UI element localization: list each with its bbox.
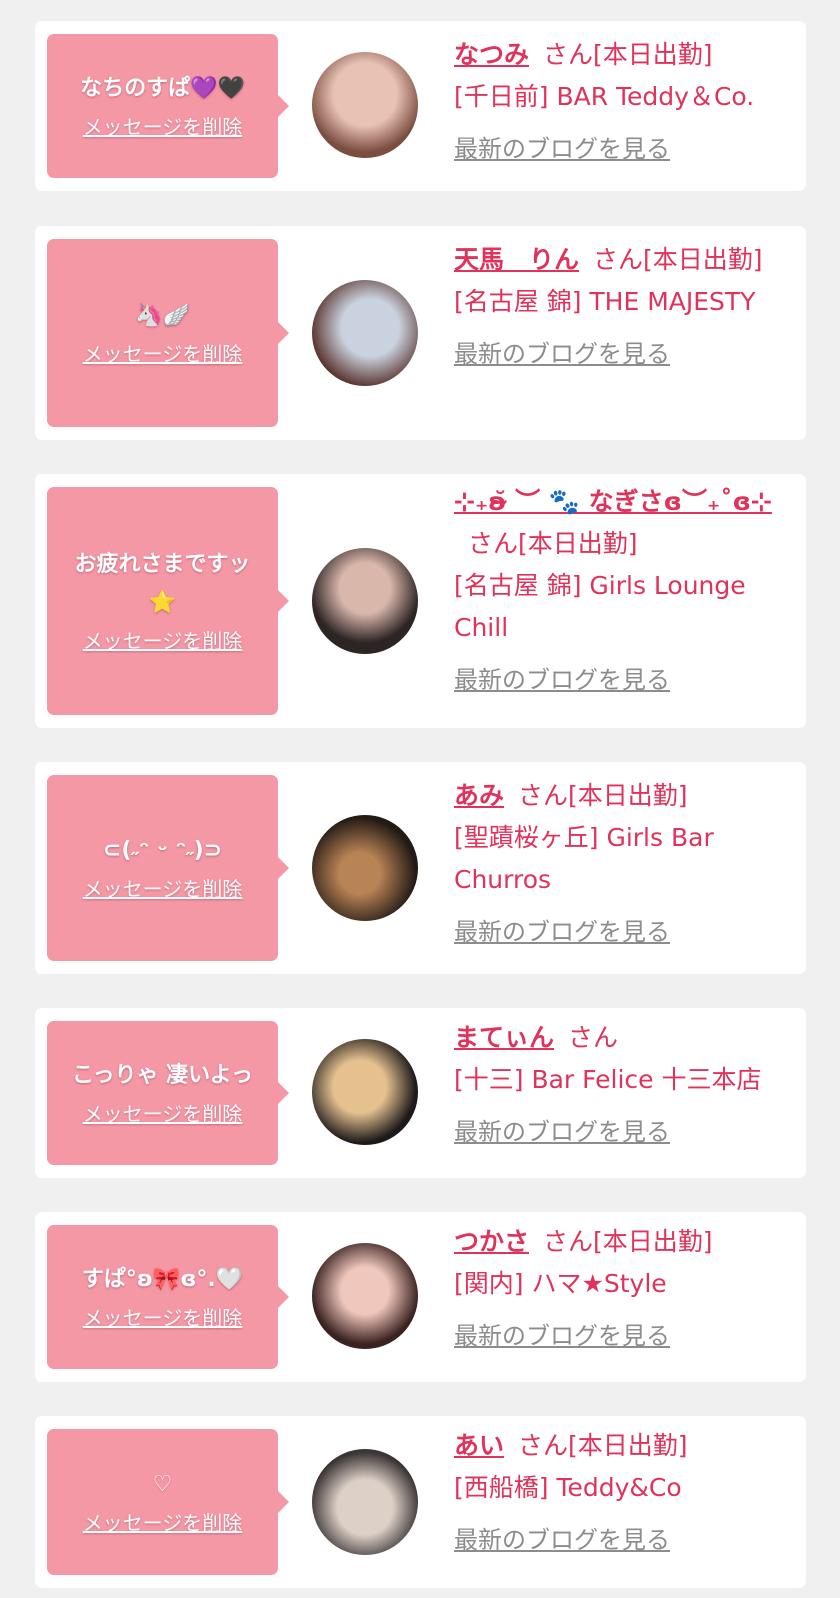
cast-name-link[interactable]: あい bbox=[454, 1431, 504, 1460]
message-card: すぱ°ʚ🎀ɞ°.🤍 メッセージを削除 つかさ さん[本日出勤] [関内] ハマ★S… bbox=[35, 1212, 806, 1382]
avatar[interactable] bbox=[312, 815, 418, 921]
message-text: お疲れさまですッ ⭐ bbox=[74, 552, 251, 615]
cast-info: まてぃん さん [十三] Bar Felice 十三本店 最新のブログを見る bbox=[454, 1017, 799, 1153]
message-card: お疲れさまですッ ⭐ メッセージを削除 ⊹₊ʚ̴̆ ︶ 🐾 なぎさɞ︶₊˚ɞ⊹ さ… bbox=[35, 474, 806, 728]
message-text: なちのすぱ💜🖤 bbox=[80, 76, 245, 101]
message-text: ⊂(˶ᵔ ᵕ ᵔ˶)⊃ bbox=[102, 838, 223, 863]
message-bubble: なちのすぱ💜🖤 メッセージを削除 bbox=[47, 34, 289, 178]
delete-message-link[interactable]: メッセージを削除 bbox=[83, 1303, 243, 1333]
cast-name-link[interactable]: つかさ bbox=[454, 1227, 529, 1256]
delete-message-link[interactable]: メッセージを削除 bbox=[83, 339, 243, 369]
message-card: こっりゃ 凄いよっ メッセージを削除 まてぃん さん [十三] Bar Felic… bbox=[35, 1008, 806, 1178]
message-card: 🦄🪽 メッセージを削除 天馬 りん さん[本日出勤] [名古屋 錦] THE MA… bbox=[35, 226, 806, 440]
shop-name: [名古屋 錦] Girls Lounge Chill bbox=[454, 571, 746, 642]
message-bubble: お疲れさまですッ ⭐ メッセージを削除 bbox=[47, 487, 289, 715]
message-card: ⊂(˶ᵔ ᵕ ᵔ˶)⊃ メッセージを削除 あみ さん[本日出勤] [聖蹟桜ヶ丘] … bbox=[35, 762, 806, 974]
message-text: ♡ bbox=[152, 1472, 173, 1497]
delete-message-link[interactable]: メッセージを削除 bbox=[83, 626, 243, 656]
cast-status: さん[本日出勤] bbox=[593, 245, 763, 274]
cast-info: ⊹₊ʚ̴̆ ︶ 🐾 なぎさɞ︶₊˚ɞ⊹ さん[本日出勤] [名古屋 錦] Girl… bbox=[454, 481, 799, 701]
message-text: すぱ°ʚ🎀ɞ°.🤍 bbox=[81, 1267, 244, 1292]
delete-message-link[interactable]: メッセージを削除 bbox=[83, 1099, 243, 1129]
cast-name-link[interactable]: あみ bbox=[454, 781, 504, 810]
shop-name: [十三] Bar Felice 十三本店 bbox=[454, 1065, 762, 1094]
shop-name: [西船橋] Teddy&Co bbox=[454, 1473, 682, 1502]
delete-message-link[interactable]: メッセージを削除 bbox=[83, 874, 243, 904]
latest-blog-link[interactable]: 最新のブログを見る bbox=[454, 911, 799, 953]
message-bubble: ⊂(˶ᵔ ᵕ ᵔ˶)⊃ メッセージを削除 bbox=[47, 775, 289, 961]
cast-info: なつみ さん[本日出勤] [千日前] BAR Teddy＆Co. 最新のブログを見… bbox=[454, 34, 799, 170]
avatar[interactable] bbox=[312, 1449, 418, 1555]
shop-name: [聖蹟桜ヶ丘] Girls Bar Churros bbox=[454, 823, 714, 894]
cast-status: さん bbox=[568, 1023, 619, 1052]
delete-message-link[interactable]: メッセージを削除 bbox=[83, 1508, 243, 1538]
message-bubble: ♡ メッセージを削除 bbox=[47, 1429, 289, 1575]
cast-status: さん[本日出勤] bbox=[468, 529, 638, 558]
avatar[interactable] bbox=[312, 1243, 418, 1349]
latest-blog-link[interactable]: 最新のブログを見る bbox=[454, 333, 799, 375]
message-bubble: すぱ°ʚ🎀ɞ°.🤍 メッセージを削除 bbox=[47, 1225, 289, 1369]
cast-info: つかさ さん[本日出勤] [関内] ハマ★Style 最新のブログを見る bbox=[454, 1221, 799, 1357]
latest-blog-link[interactable]: 最新のブログを見る bbox=[454, 1315, 799, 1357]
shop-name: [千日前] BAR Teddy＆Co. bbox=[454, 82, 755, 111]
cast-name-link[interactable]: 天馬 りん bbox=[454, 245, 579, 274]
message-text: こっりゃ 凄いよっ bbox=[71, 1063, 254, 1088]
avatar[interactable] bbox=[312, 280, 418, 386]
latest-blog-link[interactable]: 最新のブログを見る bbox=[454, 1519, 799, 1561]
cast-name-link[interactable]: ⊹₊ʚ̴̆ ︶ 🐾 なぎさɞ︶₊˚ɞ⊹ bbox=[454, 487, 772, 516]
message-card: ♡ メッセージを削除 あい さん[本日出勤] [西船橋] Teddy&Co 最新の… bbox=[35, 1416, 806, 1588]
cast-info: あい さん[本日出勤] [西船橋] Teddy&Co 最新のブログを見る bbox=[454, 1425, 799, 1561]
cast-status: さん[本日出勤] bbox=[543, 1227, 713, 1256]
message-bubble: こっりゃ 凄いよっ メッセージを削除 bbox=[47, 1021, 289, 1165]
avatar[interactable] bbox=[312, 52, 418, 158]
shop-name: [関内] ハマ★Style bbox=[454, 1269, 667, 1298]
cast-status: さん[本日出勤] bbox=[518, 781, 688, 810]
avatar[interactable] bbox=[312, 548, 418, 654]
cast-status: さん[本日出勤] bbox=[543, 40, 713, 69]
latest-blog-link[interactable]: 最新のブログを見る bbox=[454, 659, 799, 701]
message-card: なちのすぱ💜🖤 メッセージを削除 なつみ さん[本日出勤] [千日前] BAR T… bbox=[35, 21, 806, 191]
cast-name-link[interactable]: なつみ bbox=[454, 40, 529, 69]
latest-blog-link[interactable]: 最新のブログを見る bbox=[454, 128, 799, 170]
avatar[interactable] bbox=[312, 1039, 418, 1145]
shop-name: [名古屋 錦] THE MAJESTY bbox=[454, 287, 756, 316]
latest-blog-link[interactable]: 最新のブログを見る bbox=[454, 1111, 799, 1153]
cast-info: 天馬 りん さん[本日出勤] [名古屋 錦] THE MAJESTY 最新のブログ… bbox=[454, 239, 799, 375]
cast-name-link[interactable]: まてぃん bbox=[454, 1023, 554, 1052]
cast-status: さん[本日出勤] bbox=[518, 1431, 688, 1460]
message-bubble: 🦄🪽 メッセージを削除 bbox=[47, 239, 289, 427]
delete-message-link[interactable]: メッセージを削除 bbox=[83, 112, 243, 142]
message-text: 🦄🪽 bbox=[135, 303, 190, 328]
cast-info: あみ さん[本日出勤] [聖蹟桜ヶ丘] Girls Bar Churros 最新の… bbox=[454, 775, 799, 953]
